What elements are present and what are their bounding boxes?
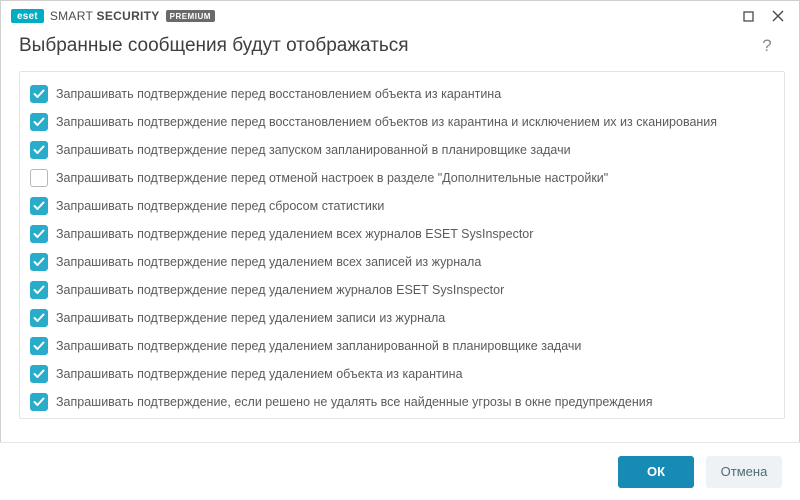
list-item: Запрашивать подтверждение перед удаление… xyxy=(26,304,784,332)
list-item-label: Запрашивать подтверждение перед удаление… xyxy=(56,255,481,270)
checkbox[interactable] xyxy=(30,169,48,187)
checkbox[interactable] xyxy=(30,365,48,383)
brand: eset SMART SECURITY PREMIUM xyxy=(11,9,215,23)
page-title: Выбранные сообщения будут отображаться xyxy=(19,35,757,57)
list-item-label: Запрашивать подтверждение перед удаление… xyxy=(56,283,504,298)
checkbox[interactable] xyxy=(30,393,48,411)
list-item-label: Запрашивать подтверждение перед удаление… xyxy=(56,367,463,382)
checkbox[interactable] xyxy=(30,281,48,299)
list-item-label: Запрашивать подтверждение перед удаление… xyxy=(56,311,445,326)
checkbox[interactable] xyxy=(30,113,48,131)
list-item: Запрашивать подтверждение перед восстано… xyxy=(26,80,784,108)
check-icon xyxy=(33,257,45,267)
help-icon[interactable]: ? xyxy=(757,36,777,56)
cancel-button[interactable]: Отмена xyxy=(706,456,782,488)
list-item: Запрашивать подтверждение перед удаление… xyxy=(26,248,784,276)
list-item: Запрашивать подтверждение перед удаление… xyxy=(26,360,784,388)
ok-button[interactable]: ОК xyxy=(618,456,694,488)
checkbox[interactable] xyxy=(30,253,48,271)
list-item-label: Запрашивать подтверждение перед восстано… xyxy=(56,115,717,130)
checkbox[interactable] xyxy=(30,197,48,215)
list-item: Запрашивать подтверждение, если решено н… xyxy=(26,388,784,416)
list-item-label: Запрашивать подтверждение перед восстано… xyxy=(56,87,501,102)
list-item-label: Запрашивать подтверждение перед сбросом … xyxy=(56,199,384,214)
check-icon xyxy=(33,117,45,127)
list-item-label: Запрашивать подтверждение перед запуском… xyxy=(56,143,571,158)
list-item-label: Запрашивать подтверждение перед отменой … xyxy=(56,171,608,186)
heading-row: Выбранные сообщения будут отображаться ? xyxy=(1,31,799,71)
checkbox[interactable] xyxy=(30,225,48,243)
check-icon xyxy=(33,397,45,407)
check-icon xyxy=(33,369,45,379)
message-list[interactable]: Запрашивать подтверждение перед восстано… xyxy=(19,71,785,419)
list-item: Запрашивать подтверждение перед сбросом … xyxy=(26,192,784,220)
window-maximize-button[interactable] xyxy=(733,2,763,30)
check-icon xyxy=(33,313,45,323)
check-icon xyxy=(33,145,45,155)
list-item-label: Запрашивать подтверждение перед удаление… xyxy=(56,339,581,354)
window-close-button[interactable] xyxy=(763,2,793,30)
list-item: Запрашивать подтверждение перед удаление… xyxy=(26,276,784,304)
list-item-label: Запрашивать подтверждение, если решено н… xyxy=(56,395,653,410)
list-item: Запрашивать подтверждение перед отменой … xyxy=(26,164,784,192)
check-icon xyxy=(33,341,45,351)
list-item: Запрашивать подтверждение перед удаление… xyxy=(26,220,784,248)
brand-name: SMART SECURITY xyxy=(50,9,160,23)
check-icon xyxy=(33,201,45,211)
checkbox[interactable] xyxy=(30,337,48,355)
list-item: Запрашивать подтверждение перед запуском… xyxy=(26,136,784,164)
check-icon xyxy=(33,229,45,239)
list-item: Запрашивать подтверждение перед удаление… xyxy=(26,332,784,360)
brand-premium-badge: PREMIUM xyxy=(166,10,215,22)
list-item-label: Запрашивать подтверждение перед удаление… xyxy=(56,227,533,242)
list-item: Запрашивать подтверждение перед восстано… xyxy=(26,108,784,136)
title-bar: eset SMART SECURITY PREMIUM xyxy=(1,1,799,31)
checkbox[interactable] xyxy=(30,309,48,327)
checkbox[interactable] xyxy=(30,141,48,159)
check-icon xyxy=(33,89,45,99)
brand-badge: eset xyxy=(11,9,44,23)
checkbox[interactable] xyxy=(30,85,48,103)
check-icon xyxy=(33,285,45,295)
dialog-footer: ОК Отмена xyxy=(0,442,800,500)
